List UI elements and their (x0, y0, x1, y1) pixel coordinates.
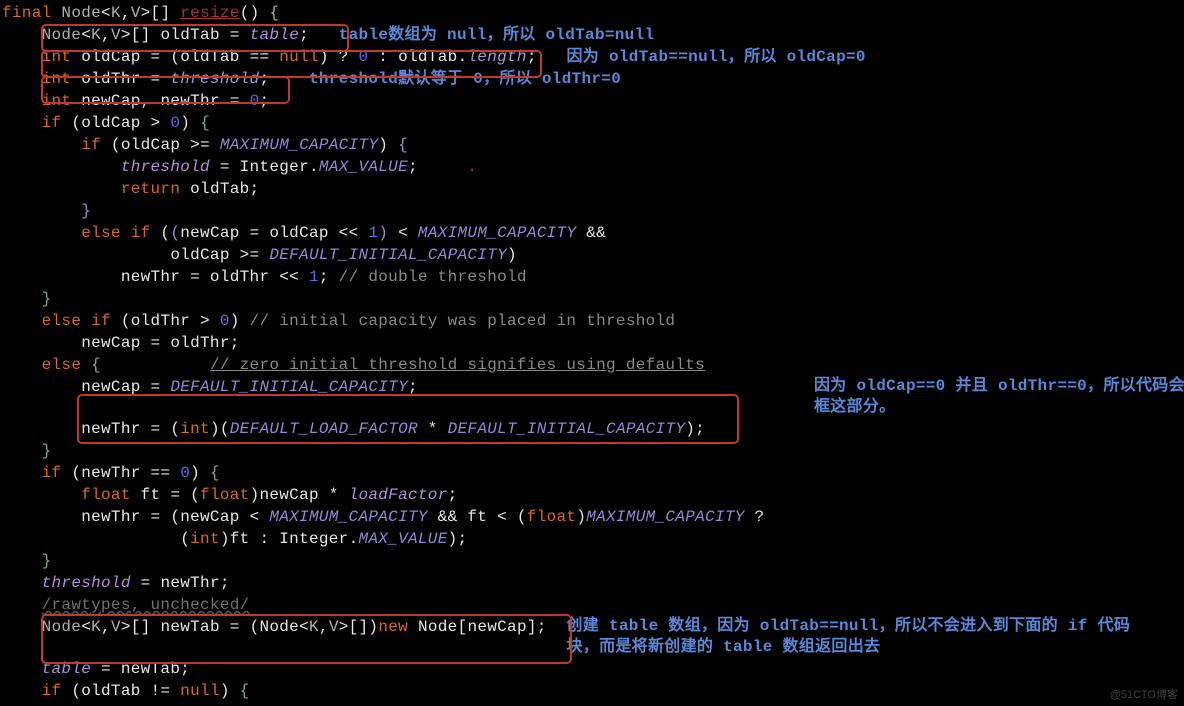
annotation-3: threshold默认等于 0，所以 oldThr=0 (309, 70, 621, 88)
annotation-5: 创建 table 数组，因为 oldTab==null，所以不会进入到下面的 i… (566, 616, 1161, 658)
annotation-2: 因为 oldTab==null，所以 oldCap=0 (566, 48, 865, 66)
watermark: @51CTO博客 (1110, 686, 1178, 702)
annotation-1: table数组为 null，所以 oldTab=null (339, 26, 655, 44)
code-block: final Node<K,V>[] resize() { Node<K,V>[]… (0, 0, 1184, 702)
annotation-4: 因为 oldCap==0 并且 oldThr==0，所以代码会执行红框这部分。 (814, 376, 1184, 418)
